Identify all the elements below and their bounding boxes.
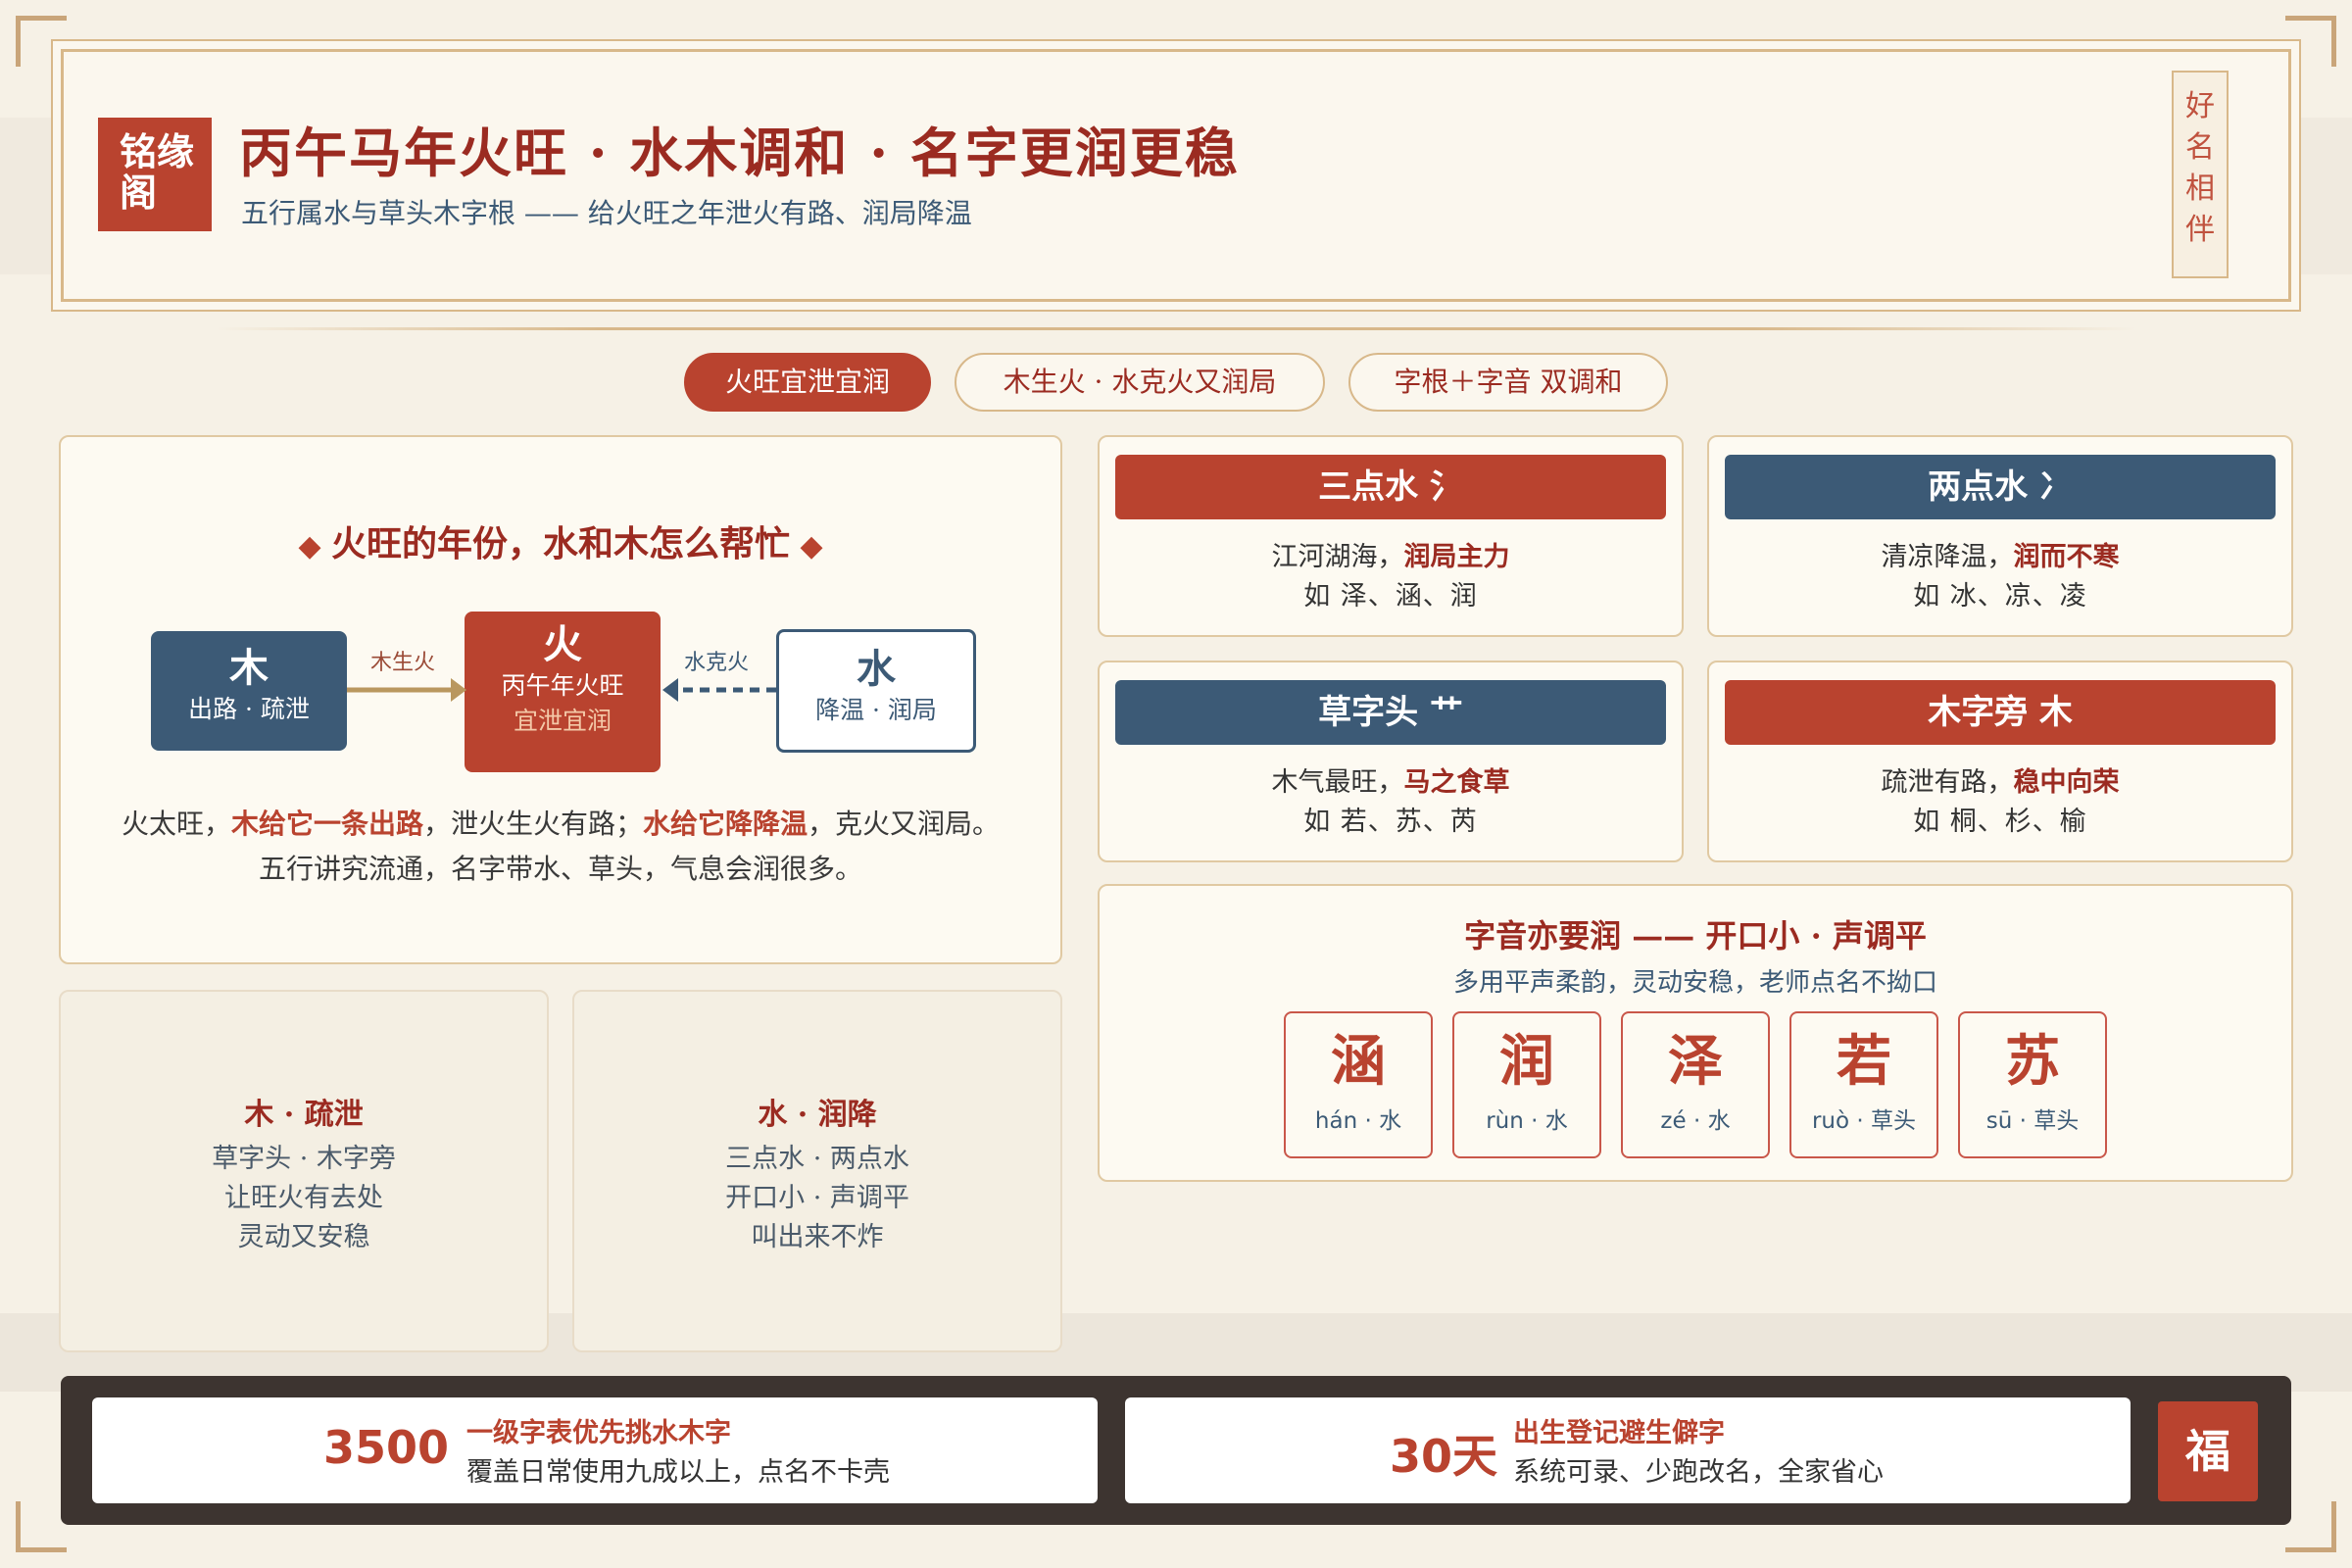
stat-title: 出生登记避生僻字	[1513, 1418, 1725, 1448]
sound-panel: 字音亦要润 —— 开口小 · 声调平 多用平声柔韵，灵动安稳，老师点名不拗口 涵…	[1098, 884, 2293, 1182]
char-glyph: 苏	[2005, 1029, 2060, 1094]
radical-card-three-dot-water: 三点水 氵 江河湖海，润局主力 如 泽、涵、润	[1098, 435, 1684, 637]
mini-card-title: 木 · 疏泄	[244, 1098, 364, 1132]
text-span: 木气最旺，	[1271, 767, 1404, 798]
text-span: 清凉降温，	[1881, 542, 2014, 572]
tab-wood-water[interactable]: 木生火 · 水克火又润局	[955, 353, 1325, 412]
radical-card-examples: 如 桐、杉、榆	[1913, 807, 2087, 837]
radical-card-wood-side: 木字旁 木 疏泄有路，稳中向荣 如 桐、杉、榆	[1707, 661, 2293, 862]
tab-dual-harmony[interactable]: 字根＋字音 双调和	[1348, 353, 1668, 412]
mini-card-line: 三点水 · 两点水	[725, 1144, 909, 1174]
seal-stamp: 好名相伴	[2172, 71, 2229, 278]
text-span: 火太旺，	[121, 808, 231, 840]
stat-number: 3500	[323, 1421, 450, 1474]
radical-card-line1: 木气最旺，马之食草	[1100, 760, 1682, 799]
corner-ornament	[16, 1501, 67, 1552]
five-elements-panel: ◆ 火旺的年份，水和木怎么帮忙 ◆ 木 出路 · 疏泄 火 丙午年火旺 宜泄宜润…	[59, 435, 1062, 964]
mini-card-title: 水 · 润降	[758, 1098, 877, 1132]
wood-mini-card: 木 · 疏泄 草字头 · 木字旁 让旺火有去处 灵动又安稳	[59, 990, 549, 1352]
highlight-text: 润而不寒	[2013, 542, 2120, 572]
arrowhead-icon	[451, 678, 466, 702]
highlight-text: 润局主力	[1403, 542, 1510, 572]
stat-number: 30天	[1390, 1430, 1498, 1483]
radical-card-line1: 清凉降温，润而不寒	[1709, 535, 2291, 573]
radical-card-examples: 如 冰、凉、凌	[1913, 581, 2087, 612]
char-pinyin: hán · 水	[1314, 1108, 1402, 1134]
char-pinyin: zé · 水	[1660, 1108, 1731, 1134]
radical-card-examples: 如 若、苏、芮	[1303, 807, 1478, 837]
fu-badge: 福	[2158, 1401, 2258, 1501]
mini-card-line: 叫出来不炸	[751, 1222, 884, 1252]
tab-fire[interactable]: 火旺宜泄宜润	[684, 353, 931, 412]
page-title: 丙午马年火旺 · 水木调和 · 名字更润更稳	[239, 122, 1240, 184]
stat-title: 一级字表优先挑水木字	[466, 1418, 731, 1448]
highlight-text: 木给它一条出路	[230, 808, 423, 840]
text-span: ，泄火生火有路；	[422, 808, 643, 840]
mini-card-line: 开口小 · 声调平	[725, 1183, 909, 1213]
highlight-text: 稳中向荣	[2013, 767, 2120, 798]
radical-card-head: 木字旁 木	[1725, 680, 2276, 745]
char-glyph: 泽	[1668, 1029, 1723, 1094]
footer-bar: 3500 一级字表优先挑水木字 覆盖日常使用九成以上，点名不卡壳 30天 出生登…	[61, 1376, 2291, 1525]
stat-desc: 覆盖日常使用九成以上，点名不卡壳	[466, 1457, 890, 1488]
char-card[interactable]: 若 ruò · 草头	[1789, 1011, 1938, 1158]
char-pinyin: ruò · 草头	[1811, 1108, 1917, 1134]
stat-card: 30天 出生登记避生僻字 系统可录、少跑改名，全家省心	[1125, 1397, 2131, 1503]
mini-card-line: 让旺火有去处	[224, 1183, 383, 1213]
radical-card-head: 三点水 氵	[1115, 455, 1666, 519]
char-pinyin: sū · 草头	[1985, 1108, 2080, 1134]
text-span: 疏泄有路，	[1881, 767, 2014, 798]
wood-to-fire-label: 木生火	[370, 651, 436, 675]
highlight-text: 水给它降降温	[643, 808, 808, 840]
arrowhead-icon	[662, 678, 678, 702]
radical-card-head: 两点水 冫	[1725, 455, 2276, 519]
sound-panel-subtitle: 多用平声柔韵，灵动安稳，老师点名不拗口	[1452, 968, 1937, 998]
explanation-line-2: 五行讲究流通，名字带水、草头，气息会润很多。	[258, 853, 862, 885]
char-pinyin: rùn · 水	[1486, 1108, 1568, 1134]
radical-card-head: 草字头 艹	[1115, 680, 1666, 745]
mini-card-line: 草字头 · 木字旁	[212, 1144, 396, 1174]
corner-ornament	[2285, 1501, 2336, 1552]
radical-card-examples: 如 泽、涵、润	[1303, 581, 1478, 612]
water-to-fire-label: 水克火	[684, 651, 750, 675]
highlight-text: 马之食草	[1403, 767, 1510, 798]
brand-logo: 铭缘阁	[98, 118, 212, 231]
radical-card-grass-top: 草字头 艹 木气最旺，马之食草 如 若、苏、芮	[1098, 661, 1684, 862]
radical-card-line1: 疏泄有路，稳中向荣	[1709, 760, 2291, 799]
char-card[interactable]: 苏 sū · 草头	[1958, 1011, 2107, 1158]
divider	[216, 327, 2136, 330]
radical-card-two-dot-water: 两点水 冫 清凉降温，润而不寒 如 冰、凉、凌	[1707, 435, 2293, 637]
water-mini-card: 水 · 润降 三点水 · 两点水 开口小 · 声调平 叫出来不炸	[572, 990, 1062, 1352]
text-span: ，克火又润局。	[808, 808, 1001, 840]
explanation-line-1: 火太旺，木给它一条出路，泄火生火有路；水给它降降温，克火又润局。	[61, 802, 1060, 847]
sound-panel-title: 字音亦要润 —— 开口小 · 声调平	[1464, 917, 1927, 955]
mini-card-line: 灵动又安稳	[237, 1222, 370, 1252]
char-card[interactable]: 润 rùn · 水	[1452, 1011, 1601, 1158]
text-span: 江河湖海，	[1271, 542, 1404, 572]
stat-desc: 系统可录、少跑改名，全家省心	[1513, 1457, 1884, 1488]
char-glyph: 若	[1837, 1029, 1891, 1094]
char-glyph: 润	[1499, 1029, 1554, 1094]
char-glyph: 涵	[1331, 1029, 1386, 1094]
radical-card-line1: 江河湖海，润局主力	[1100, 535, 1682, 573]
page-subtitle: 五行属水与草头木字根 —— 给火旺之年泄火有路、润局降温	[241, 197, 972, 229]
char-card[interactable]: 泽 zé · 水	[1621, 1011, 1770, 1158]
char-card[interactable]: 涵 hán · 水	[1284, 1011, 1433, 1158]
stat-card: 3500 一级字表优先挑水木字 覆盖日常使用九成以上，点名不卡壳	[92, 1397, 1098, 1503]
